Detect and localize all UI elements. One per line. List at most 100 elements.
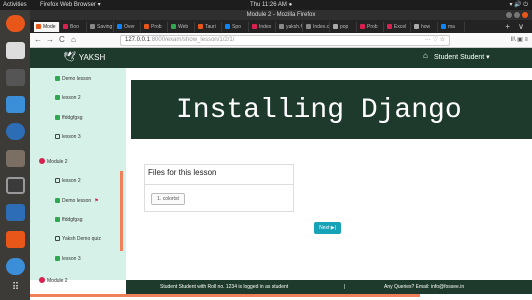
current-lesson-marker-icon: ⚑ [94, 198, 99, 204]
sidebar-item-label: Module 2 [47, 278, 68, 284]
sidebar-lesson-item[interactable]: Demo lesson [55, 76, 91, 83]
sidebar-item-label: Demo lesson [62, 76, 92, 82]
footer-separator: | [344, 284, 346, 290]
checked-box-icon [55, 217, 60, 222]
activities-button[interactable]: Activities [3, 0, 27, 10]
browser-tab[interactable]: Index [250, 22, 276, 32]
sidebar-lesson-item[interactable]: ffddgfgsg [55, 217, 82, 224]
tab-favicon-icon [360, 24, 365, 30]
browser-tab[interactable]: how [412, 22, 438, 32]
clapperboard-icon[interactable] [6, 69, 25, 86]
tab-label: ma [448, 24, 455, 30]
tab-favicon-icon [90, 24, 95, 30]
sidebar-lesson-item[interactable]: lesson 3 [55, 256, 81, 263]
document-icon[interactable] [6, 204, 25, 221]
sidebar-lesson-item[interactable]: ffddgfgsg [55, 115, 82, 122]
system-tray[interactable]: ▾ 🔊 ⏻ [509, 0, 528, 10]
tab-bar: + ∨ Mode Boo Saving Over Prob Web Tauri Spo Inde… [30, 20, 532, 33]
tab-label: Prob [367, 24, 378, 30]
browser-tab[interactable]: Prob [142, 22, 168, 32]
web-page: 🕊 YAKSH ⌂ Student Student ▾ Demo lesson le… [30, 48, 532, 300]
lesson-title: Installing Django [176, 95, 462, 126]
app-menu[interactable]: Firefox Web Browser ▾ [40, 0, 101, 10]
browser-tab[interactable]: Excel [385, 22, 411, 32]
minimize-icon[interactable] [506, 12, 512, 18]
tab-favicon-icon [36, 24, 41, 30]
browser-tab[interactable]: Boo [61, 22, 87, 32]
footer-contact: Any Queries? Email: info@fossee.in [384, 284, 465, 290]
browser-tab[interactable]: Index.c [304, 22, 330, 32]
tab-label: how [421, 24, 431, 30]
checked-box-icon [55, 198, 60, 203]
unchecked-box-icon [55, 134, 60, 139]
app-grid-icon[interactable]: ⠿ [6, 282, 25, 299]
sidebar-scroll-rail[interactable] [120, 171, 123, 251]
user-menu[interactable]: Student Student ▾ [434, 53, 490, 61]
tab-favicon-icon [225, 24, 230, 30]
home-button[interactable]: ⌂ [71, 35, 76, 44]
software-center-icon[interactable] [6, 231, 25, 248]
sidebar-lesson-item[interactable]: Yaksh Demo quiz [55, 236, 101, 243]
sidebar-module-header[interactable]: Module 2 [39, 277, 68, 285]
tab-label: Web [178, 24, 189, 30]
close-icon[interactable] [522, 12, 528, 18]
browser-tab[interactable]: ma [439, 22, 465, 32]
browser-tab[interactable]: Web [169, 22, 195, 32]
tab-list-button[interactable]: ∨ [518, 22, 524, 31]
reload-button[interactable]: C [59, 35, 65, 44]
sidebar-item-label: lesson 2 [62, 95, 81, 101]
disk-icon[interactable] [6, 150, 25, 167]
tab-label: Excel [394, 24, 407, 30]
url-actions[interactable]: ··· ♡ ☆ [425, 36, 445, 45]
browser-tab[interactable]: yaksh.f [277, 22, 303, 32]
new-tab-button[interactable]: + [505, 22, 510, 31]
terminal-icon[interactable] [6, 42, 25, 59]
horizontal-scrollbar[interactable] [30, 294, 420, 297]
sidebar-lesson-item[interactable]: lesson 3 [55, 134, 81, 141]
browser-tab[interactable]: pop [331, 22, 357, 32]
file-download-button[interactable]: 1. colortst [151, 193, 185, 205]
forward-button[interactable]: → [46, 35, 54, 44]
tab-favicon-icon [333, 24, 338, 30]
browser-tab[interactable]: Saving [88, 22, 114, 32]
sidebar-item-label: lesson 2 [62, 178, 81, 184]
toolbar-right-icons[interactable]: II\ ▣ ≡ [510, 36, 528, 43]
files-panel: Files for this lesson 1. colortst [144, 164, 294, 212]
browser-tab[interactable]: Mode [34, 22, 60, 32]
tab-label: Boo [70, 24, 79, 30]
browser-tab[interactable]: Prob [358, 22, 384, 32]
settings-icon[interactable] [6, 258, 25, 275]
next-button[interactable]: Next ▶| [314, 222, 341, 234]
checked-box-icon [55, 256, 60, 261]
camera-icon[interactable] [6, 177, 25, 194]
back-button[interactable]: ← [34, 35, 42, 44]
tab-label: Index.c [313, 24, 330, 30]
files-divider [145, 184, 293, 185]
checked-box-icon [55, 95, 60, 100]
tab-favicon-icon [306, 24, 311, 30]
tab-favicon-icon [144, 24, 149, 30]
sidebar-item-label: Demo lesson [62, 198, 92, 204]
firefox-icon[interactable] [6, 15, 25, 32]
sidebar-module-header[interactable]: Module 2 [39, 158, 68, 166]
checked-box-icon [55, 115, 60, 120]
home-icon[interactable]: ⌂ [423, 51, 428, 60]
url-bar[interactable]: 127.0.0.1:8000/exam/show_lesson/1/2/1/ ·… [120, 35, 450, 46]
browser-tab[interactable]: Over [115, 22, 141, 32]
tab-favicon-icon [279, 24, 284, 30]
maximize-icon[interactable] [514, 12, 520, 18]
footer-login-info: Student Student with Roll no. 1234 is lo… [160, 284, 289, 290]
browser-tab[interactable]: Spo [223, 22, 249, 32]
site-logo[interactable]: 🕊 YAKSH [63, 51, 105, 65]
sidebar-lesson-item[interactable]: lesson 2 [55, 95, 81, 102]
chromium-icon[interactable] [6, 123, 25, 140]
text-editor-icon[interactable] [6, 96, 25, 113]
sidebar-lesson-item[interactable]: lesson 2 [55, 178, 81, 185]
sidebar-item-label: Yaksh Demo quiz [62, 236, 101, 242]
browser-tab[interactable]: Tauri [196, 22, 222, 32]
clock[interactable]: Thu 11:26 AM ● [250, 0, 292, 10]
sidebar-item-label: Module 2 [47, 159, 68, 165]
os-top-bar: Activities Firefox Web Browser ▾ Thu 11:… [0, 0, 532, 10]
tab-label: yaksh.f [286, 24, 302, 30]
sidebar-lesson-item[interactable]: Demo lesson ⚑ [55, 198, 99, 205]
